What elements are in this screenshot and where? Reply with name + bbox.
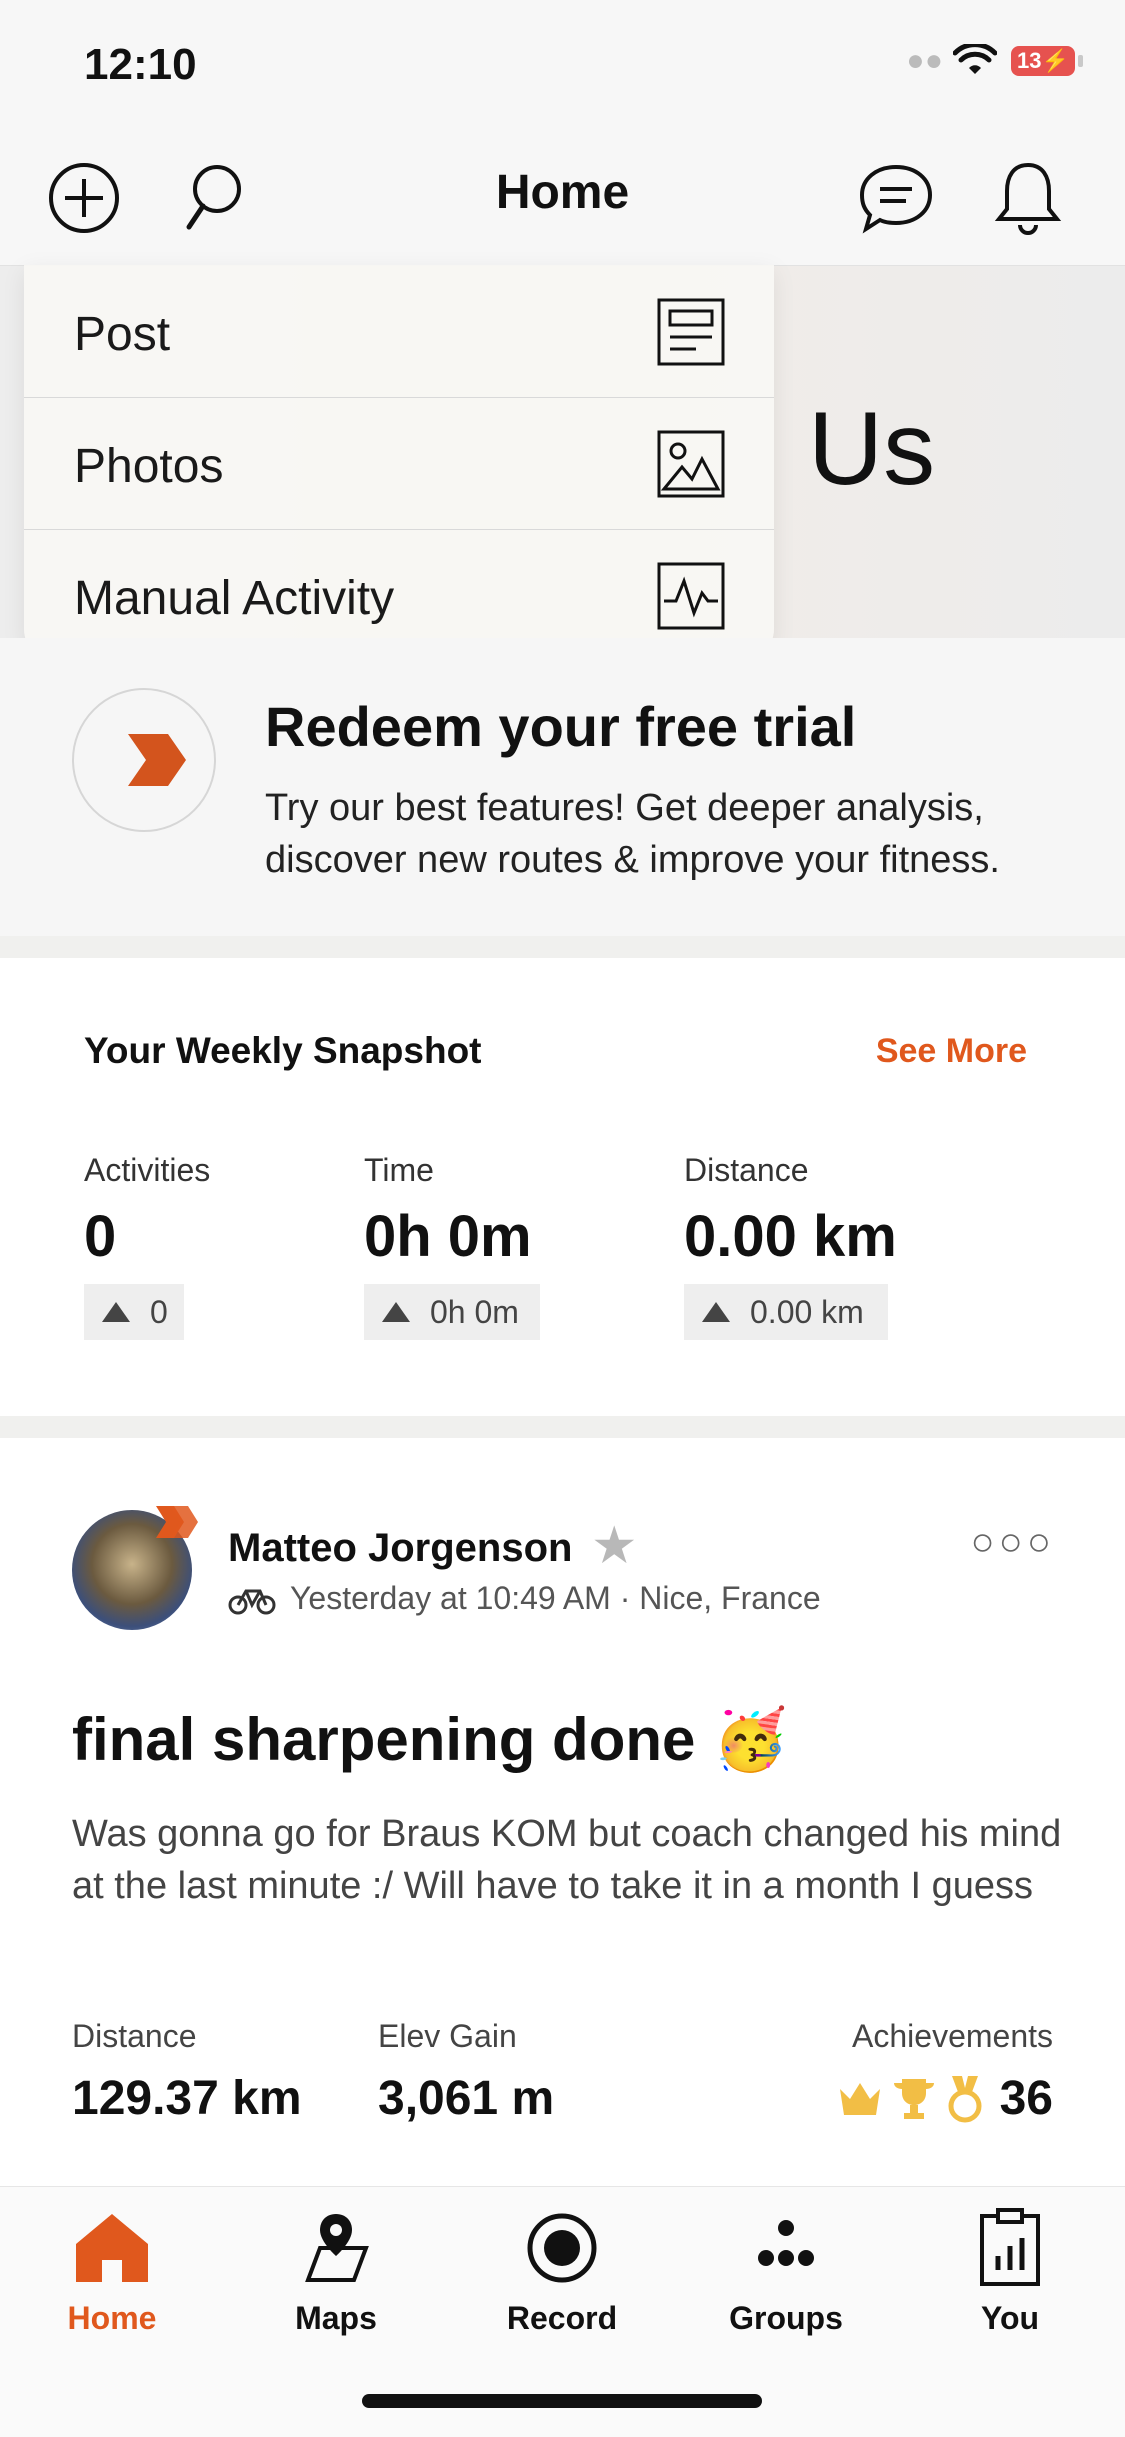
groups-icon (758, 2220, 814, 2266)
activity-title[interactable]: final sharpening done 🥳 (72, 1704, 788, 1775)
stat-time: Time 0h 0m 0h 0m (364, 1152, 540, 1340)
metric-value: 3,061 m (378, 2072, 555, 2125)
tab-home[interactable]: Home (22, 2200, 202, 2350)
crown-icon (839, 2082, 880, 2115)
tab-record[interactable]: Record (472, 2200, 652, 2350)
tab-groups[interactable]: Groups (696, 2200, 876, 2350)
stat-value: 0 (84, 1204, 117, 1269)
promo-title: Redeem your free trial (265, 695, 857, 758)
up-triangle-icon (382, 1302, 410, 1322)
stat-change: 0h 0m (430, 1293, 519, 1330)
menu-item-label: Manual Activity (74, 572, 395, 625)
tab-label: Home (67, 2300, 157, 2336)
achievements-row: 36 (836, 2071, 1053, 2126)
party-face-emoji: 🥳 (713, 1706, 789, 1773)
photos-icon (657, 430, 725, 498)
star-icon: ★ (593, 1519, 635, 1571)
tab-maps[interactable]: Maps (246, 2200, 426, 2350)
metric-label: Distance (72, 2018, 197, 2054)
stat-activities: Activities 0 0 (84, 1152, 210, 1340)
post-icon (657, 298, 725, 366)
messages-button[interactable] (856, 158, 936, 238)
stat-distance: Distance 0.00 km 0.00 km (684, 1152, 897, 1340)
menu-item-photos[interactable]: Photos (24, 397, 774, 530)
metric-value: 129.37 km (72, 2072, 302, 2125)
athlete-name[interactable]: Matteo Jorgenson ★ (228, 1518, 635, 1572)
stat-change-chip: 0 (84, 1284, 184, 1340)
record-icon (527, 2213, 597, 2283)
menu-item-post[interactable]: Post (24, 265, 774, 398)
medal-icon (948, 2075, 982, 2122)
metric-distance: Distance 129.37 km (72, 2018, 302, 2126)
stat-change: 0 (150, 1293, 168, 1330)
promo-badge (72, 688, 216, 832)
map-pin-icon (305, 2214, 369, 2282)
notifications-button[interactable] (988, 158, 1068, 238)
menu-item-label: Post (74, 308, 171, 361)
clipboard-chart-icon (980, 2208, 1040, 2286)
metric-label: Elev Gain (378, 2018, 517, 2054)
tab-label: Groups (729, 2300, 843, 2336)
hero-text: Us (808, 391, 936, 507)
status-time: 12:10 (84, 40, 197, 89)
status-icons: ● ● 13 ⚡ (906, 44, 1083, 78)
stat-change-chip: 0.00 km (684, 1284, 888, 1340)
section-divider (0, 1416, 1125, 1438)
tab-you[interactable]: You (920, 2200, 1100, 2350)
snapshot-title: Your Weekly Snapshot (84, 1030, 482, 1071)
metric-value: 36 (999, 2072, 1053, 2125)
tab-label: Maps (295, 2300, 377, 2336)
stat-change-chip: 0h 0m (364, 1284, 540, 1340)
metric-label: Achievements (852, 2018, 1053, 2054)
menu-item-label: Photos (74, 440, 224, 493)
stat-label: Time (364, 1152, 434, 1188)
activity-meta: Yesterday at 10:49 AM · Nice, France (228, 1580, 821, 1617)
chat-icon (859, 164, 933, 234)
see-more-link[interactable]: See More (876, 1032, 1027, 1071)
metric-elev-gain: Elev Gain 3,061 m (378, 2018, 554, 2126)
section-divider (0, 936, 1125, 958)
stat-value: 0h 0m (364, 1204, 532, 1269)
wifi-icon (953, 44, 997, 74)
tab-label: You (980, 2300, 1040, 2336)
trophy-icon (893, 2078, 934, 2119)
metric-achievements: Achievements 36 (836, 2018, 1053, 2126)
stat-label: Activities (84, 1152, 211, 1188)
bike-icon (228, 1589, 276, 1614)
tab-label: Record (506, 2300, 618, 2336)
activity-description: Was gonna go for Braus KOM but coach cha… (72, 1813, 1062, 1907)
stat-change: 0.00 km (750, 1293, 864, 1330)
subscriber-badge-icon (156, 1506, 198, 1538)
page-title: Home (495, 166, 630, 219)
up-triangle-icon (702, 1302, 730, 1322)
battery-icon: 13 ⚡ (1011, 46, 1083, 76)
more-options-button[interactable]: ○○○ (971, 1520, 1055, 1565)
stat-label: Distance (684, 1152, 809, 1188)
promo-description: Try our best features! Get deeper analys… (265, 787, 1000, 881)
bell-icon (994, 162, 1062, 235)
strava-chevron-icon (128, 734, 186, 786)
signal-icon: ● ● (906, 44, 943, 77)
home-icon (76, 2214, 148, 2282)
home-indicator (362, 2394, 762, 2408)
stat-value: 0.00 km (684, 1204, 897, 1269)
manual-activity-icon (657, 562, 725, 630)
create-menu: Post Photos Manual Activity (24, 265, 774, 661)
up-triangle-icon (102, 1302, 130, 1322)
